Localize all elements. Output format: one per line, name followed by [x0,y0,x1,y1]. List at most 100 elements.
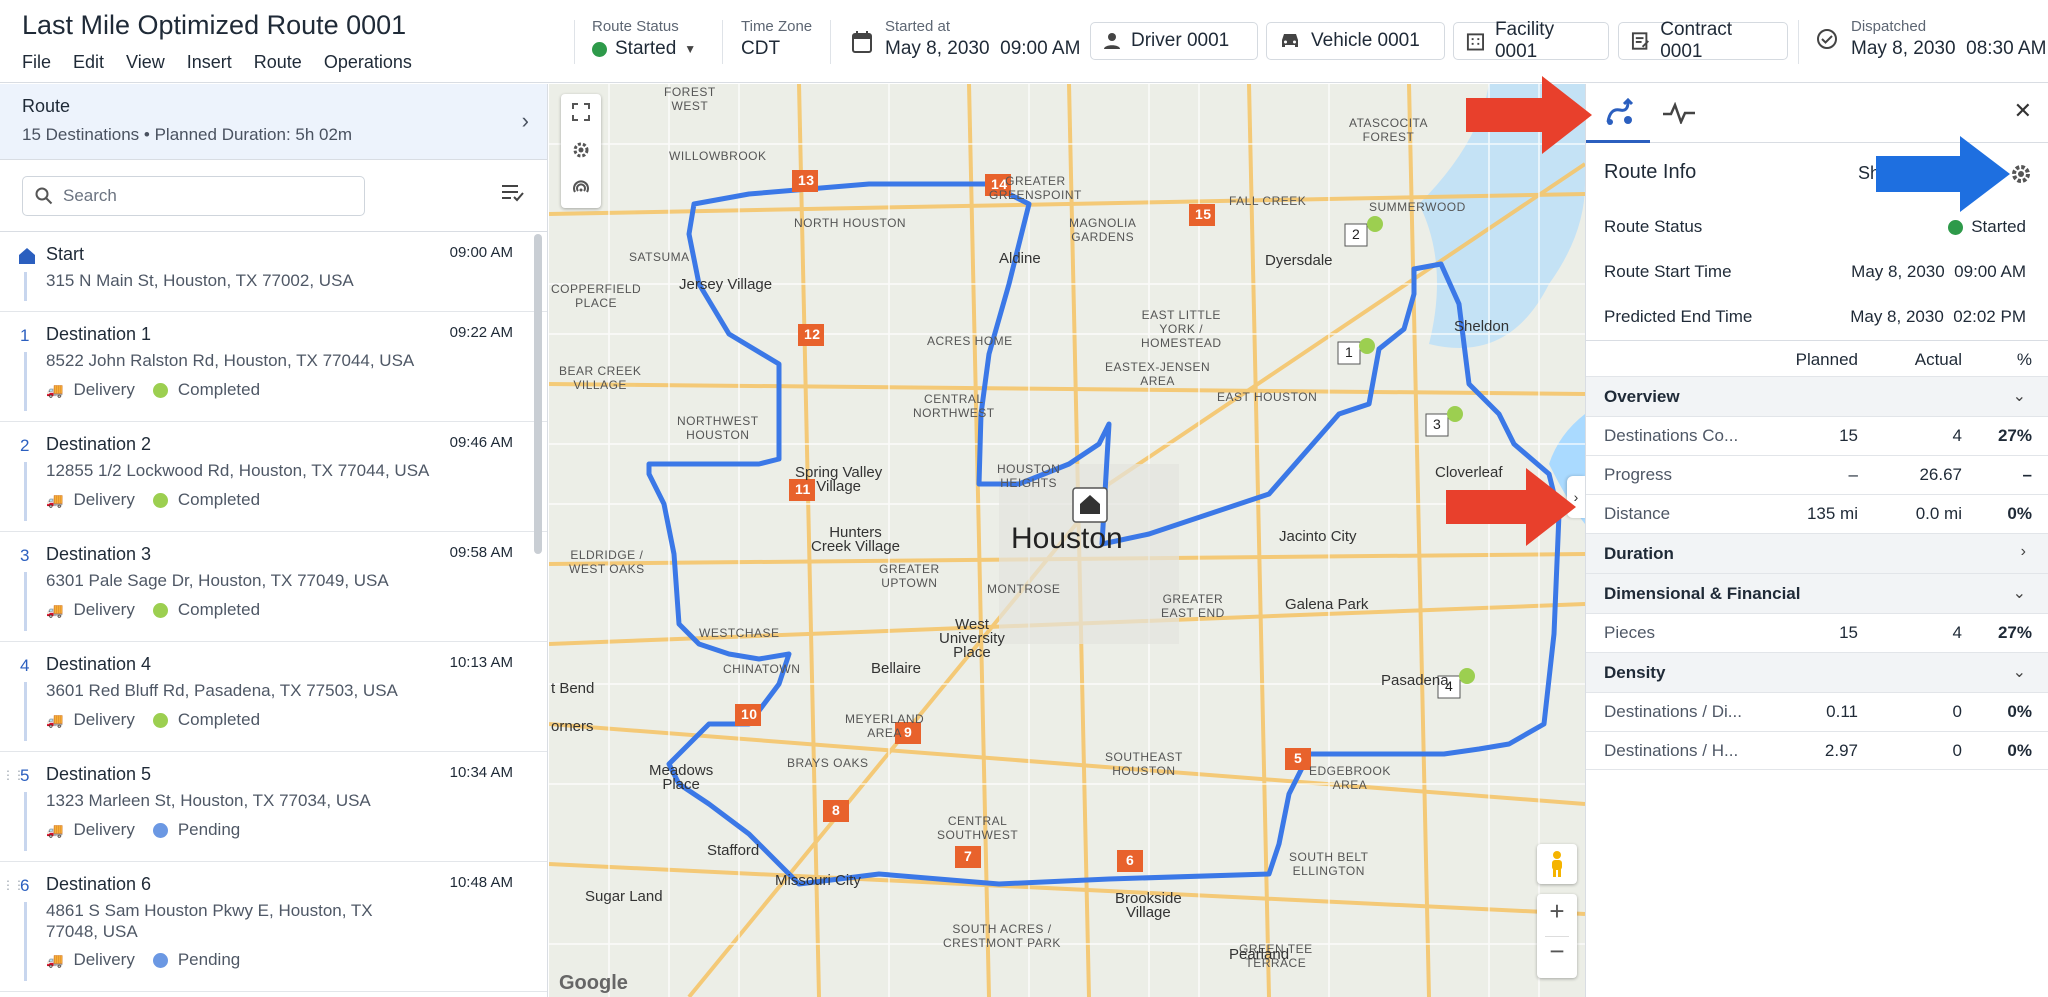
status-dot [152,602,168,618]
search-input[interactable]: Search [22,176,365,216]
stop-address: 6301 Pale Sage Dr, Houston, TX 77049, US… [46,571,389,590]
gear-icon[interactable] [571,140,591,160]
person-icon [1104,33,1120,49]
stop-address: 315 N Main St, Houston, TX 77002, USA [46,271,354,290]
area-label: EAST LITTLE YORK / HOMESTEAD [1141,308,1222,350]
stop-meta: 🚚 Delivery Completed [46,710,260,730]
status-dot [152,382,168,398]
status-dot [1948,219,1964,235]
route-summary-card[interactable]: Route 15 Destinations • Planned Duration… [0,84,547,160]
stop-status: Completed [177,380,261,399]
stop-bar [24,462,27,521]
facility-chip[interactable]: Facility 0001 [1453,19,1609,62]
facility-name: Facility 0001 [1494,19,1555,62]
area-label: GREATER GREENSPOINT [989,174,1082,202]
fullscreen-icon[interactable] [571,102,591,122]
area-label: CENTRAL NORTHWEST [913,392,995,420]
street-view-pegman-icon[interactable] [1537,844,1577,884]
area-label: Pasadena [1381,672,1449,689]
actual-value: 4 [1952,623,1962,642]
list-item[interactable]: 2 Destination 2 09:46 AM 12855 1/2 Lockw… [0,422,547,532]
close-icon[interactable]: ✕ [2014,98,2032,124]
stop-number: 4 [20,656,30,675]
stop-status: Completed [177,710,261,729]
status-dot [152,952,168,968]
menu-operations[interactable]: Operations [324,52,412,73]
section-dimensional-financial[interactable]: Dimensional & Financial ⌄ [1586,573,2048,613]
stop-type: Delivery [73,950,135,969]
settings-gear-icon[interactable] [2010,163,2032,185]
stop-bar [24,792,27,851]
list-item[interactable]: 3 Destination 3 09:58 AM 6301 Pale Sage … [0,532,547,642]
vehicle-chip[interactable]: Vehicle 0001 [1266,22,1445,60]
contract-icon [1631,32,1649,50]
search-icon [35,187,53,205]
sort-list-icon[interactable] [500,182,524,209]
marker-2: 2 [1352,226,1361,242]
driver-chip[interactable]: Driver 0001 [1090,22,1258,60]
metric-name: Destinations / H... [1604,741,1739,760]
search-row: Search [0,160,547,232]
list-item[interactable]: ⋮⋮ 6 Destination 6 10:48 AM 4861 S Sam H… [0,862,547,992]
row-value: Started [1971,217,2026,236]
list-item[interactable]: Start 09:00 AM 315 N Main St, Houston, T… [0,232,547,312]
home-marker[interactable] [1072,487,1108,523]
table-row: Destinations Co... 15 4 27% [1586,416,2048,455]
row-value: May 8, 2030 09:00 AM [1851,262,2026,281]
area-label: Meadows Place [649,762,714,793]
menu-insert[interactable]: Insert [187,52,232,73]
scrollbar[interactable] [534,234,542,554]
row-label: Route Status [1604,217,1703,236]
menu-file[interactable]: File [22,52,51,73]
stops-list: Start 09:00 AM 315 N Main St, Houston, T… [0,232,547,992]
divider [1798,20,1799,64]
area-label: NORTHWEST HOUSTON [677,414,759,442]
menu-view[interactable]: View [126,52,165,73]
area-label: Spring Valley Village [795,464,883,495]
caret-down-icon: ▼ [684,42,697,56]
radar-icon[interactable] [571,178,591,198]
metric-name: Progress [1604,465,1673,484]
zoom-out-button[interactable]: − [1537,936,1577,974]
menu-route[interactable]: Route [254,52,302,73]
end-time-row: Predicted End Time May 8, 2030 02:02 PM [1586,295,2048,340]
city-label: Houston [1011,522,1123,555]
list-item[interactable]: 4 Destination 4 10:13 AM 3601 Red Bluff … [0,642,547,752]
stop-address: 1323 Marleen St, Houston, TX 77034, USA [46,791,371,810]
area-label: MEYERLAND AREA [845,712,925,740]
area-label: ACRES HOME [927,334,1013,348]
stop-address: 12855 1/2 Lockwood Rd, Houston, TX 77044… [46,461,430,480]
route-map[interactable]: 13 14 15 12 11 10 9 8 7 6 5 1 2 3 4 Hous… [549,84,1585,997]
marker-12: 12 [804,326,821,342]
tab-activity[interactable] [1652,84,1708,143]
list-item[interactable]: ⋮⋮ 5 Destination 5 10:34 AM 1323 Marleen… [0,752,547,862]
menu-edit[interactable]: Edit [73,52,104,73]
area-label: Sugar Land [585,888,663,905]
calendar-icon [851,30,873,59]
actual-value: 0 [1952,741,1962,760]
section-density[interactable]: Density ⌄ [1586,652,2048,692]
contract-chip[interactable]: Contract 0001 [1618,19,1788,62]
route-status-selector[interactable]: Route Status Started ▼ [592,18,696,60]
table-row: Distance 135 mi 0.0 mi 0% [1586,494,2048,533]
started-at-value: May 8, 2030 09:00 AM [885,38,1081,59]
area-label: Stafford [707,842,760,859]
panel-tabs: ✕ [1586,84,2048,143]
marker-5: 5 [1294,750,1303,766]
tab-route-info[interactable] [1586,84,1650,143]
stop-meta: 🚚 Delivery Completed [46,490,260,510]
area-label: Brookside Village [1115,890,1182,921]
area-label: CHINATOWN [723,662,801,676]
percent-value: 0% [2007,504,2032,523]
stop-number: 3 [20,546,30,565]
section-overview[interactable]: Overview ⌄ [1586,376,2048,416]
area-label: MONTROSE [987,582,1061,596]
metric-name: Destinations Co... [1604,426,1739,445]
actual-value: 4 [1952,426,1962,445]
section-duration[interactable]: Duration › [1586,533,2048,573]
route-info-title: Route Info [1604,161,1697,183]
zoom-in-button[interactable]: + [1537,896,1577,934]
list-item[interactable]: 1 Destination 1 09:22 AM 8522 John Ralst… [0,312,547,422]
row-value: May 8, 2030 02:02 PM [1850,307,2026,326]
area-label: NORTH HOUSTON [794,216,907,230]
